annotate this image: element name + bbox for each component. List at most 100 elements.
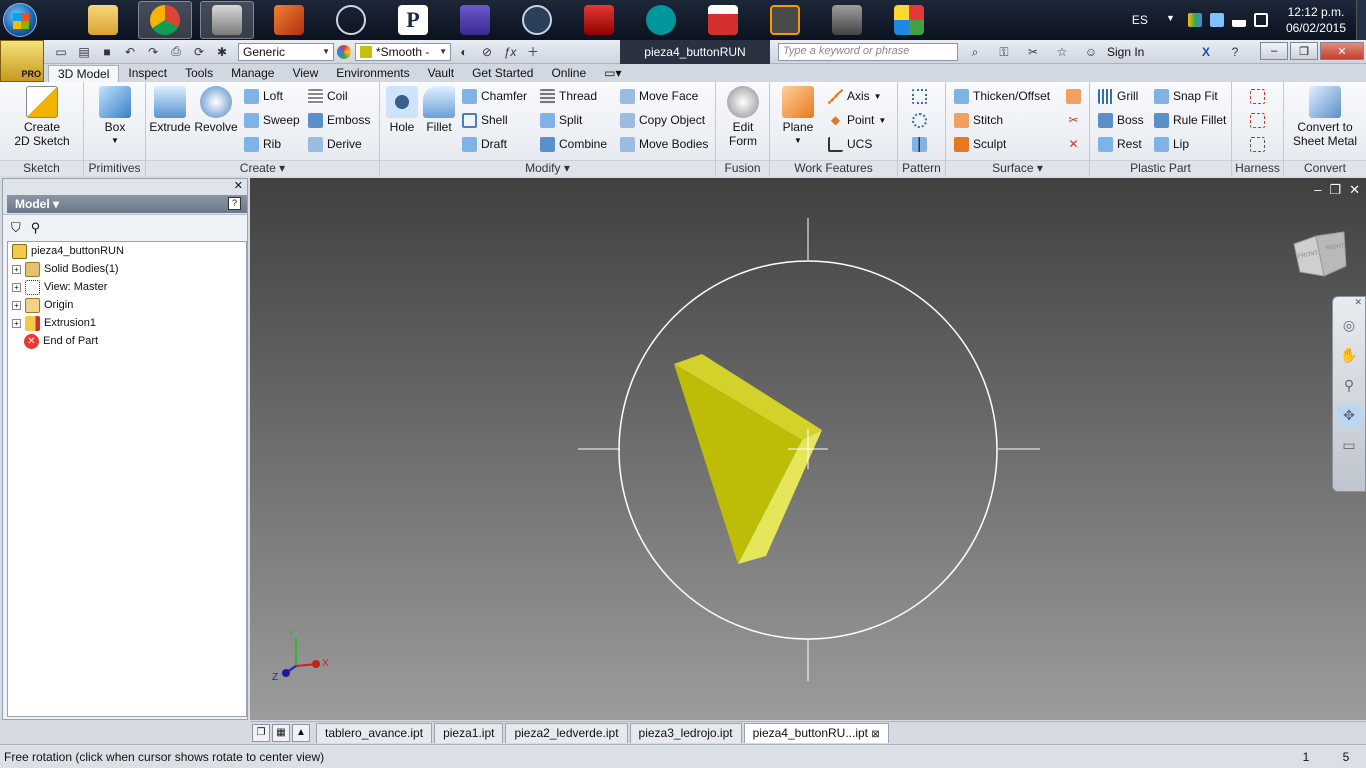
browser-help-icon[interactable]: ?: [228, 197, 241, 210]
fillet-button[interactable]: Fillet: [420, 86, 458, 134]
taskbar-control-panel[interactable]: [882, 1, 936, 39]
expand-icon[interactable]: +: [12, 318, 21, 328]
tab-view[interactable]: View: [283, 65, 327, 82]
navbar-close-icon[interactable]: ✕: [1333, 297, 1365, 308]
open-icon[interactable]: ▤: [74, 43, 94, 61]
harness-tool-2-button[interactable]: [1250, 110, 1265, 130]
project-icon[interactable]: ✱: [212, 43, 232, 61]
draft-button[interactable]: Draft: [462, 134, 507, 154]
harness-tool-1-button[interactable]: [1250, 86, 1265, 106]
view-cube[interactable]: FRONT RIGHT: [1290, 228, 1348, 280]
chamfer-button[interactable]: Chamfer: [462, 86, 527, 106]
create-2d-sketch-button[interactable]: Create 2D Sketch: [6, 86, 78, 148]
circular-pattern-button[interactable]: [912, 110, 927, 130]
look-at-icon[interactable]: ▭: [1337, 434, 1361, 458]
rib-button[interactable]: Rib: [244, 134, 281, 154]
tab-manage[interactable]: Manage: [222, 65, 283, 82]
move-face-button[interactable]: Move Face: [620, 86, 698, 106]
copy-object-button[interactable]: Copy Object: [620, 110, 705, 130]
undo-icon[interactable]: ↶: [120, 43, 140, 61]
sign-in-link[interactable]: Sign In: [1107, 45, 1187, 59]
power-icon[interactable]: [1253, 13, 1268, 27]
rectangular-pattern-button[interactable]: [912, 86, 927, 106]
print-icon[interactable]: ⎙: [166, 43, 186, 61]
cascade-icon[interactable]: ❐: [252, 723, 270, 742]
panel-label-modify[interactable]: Modify ▾: [380, 160, 715, 176]
boss-button[interactable]: Boss: [1098, 110, 1144, 130]
taskbar-sublime[interactable]: [758, 1, 812, 39]
doc-tab-pieza1[interactable]: pieza1.ipt: [434, 722, 504, 743]
point-button[interactable]: ◆ Point ▼: [828, 110, 886, 130]
taskbar-autocad[interactable]: [572, 1, 626, 39]
tab-vault[interactable]: Vault: [419, 65, 463, 82]
arrange-up-icon[interactable]: ▲: [292, 723, 310, 742]
tile-icon[interactable]: ▦: [272, 723, 290, 742]
key-icon[interactable]: ⚿: [994, 43, 1014, 61]
orbit-icon[interactable]: ✥: [1337, 404, 1361, 428]
taskbar-pixlr[interactable]: P: [386, 1, 440, 39]
hole-button[interactable]: Hole: [382, 86, 422, 134]
network-icon[interactable]: [1231, 13, 1246, 27]
plane-button[interactable]: Plane ▼: [776, 86, 820, 148]
rest-button[interactable]: Rest: [1098, 134, 1142, 154]
axis-button[interactable]: Axis ▼: [828, 86, 882, 106]
update-icon[interactable]: ⟳: [189, 43, 209, 61]
taskbar-inventor[interactable]: [200, 1, 254, 39]
lip-button[interactable]: Lip: [1154, 134, 1189, 154]
minimize-button[interactable]: –: [1260, 42, 1288, 60]
tab-environments[interactable]: Environments: [327, 65, 418, 82]
tab-get-started[interactable]: Get Started: [463, 65, 542, 82]
sculpt-button[interactable]: Sculpt: [954, 134, 1006, 154]
panel-label-create[interactable]: Create ▾: [146, 160, 379, 176]
shell-button[interactable]: Shell: [462, 110, 508, 130]
snap-fit-button[interactable]: Snap Fit: [1154, 86, 1218, 106]
taskbar-mixer[interactable]: [448, 1, 502, 39]
tree-node-view-master[interactable]: + View: Master: [12, 278, 107, 296]
restore-button[interactable]: ❐: [1290, 42, 1318, 60]
taskbar-mplab[interactable]: [696, 1, 750, 39]
drive-icon[interactable]: [1187, 13, 1202, 27]
show-desktop-button[interactable]: [1356, 0, 1366, 40]
stitch-button[interactable]: Stitch: [954, 110, 1003, 130]
mirror-button[interactable]: [912, 134, 927, 154]
close-tab-icon[interactable]: ⊠: [871, 729, 879, 740]
thread-button[interactable]: Thread: [540, 86, 597, 106]
trim-button[interactable]: ✂: [1066, 110, 1081, 130]
help-icon[interactable]: ?: [1225, 43, 1245, 61]
tab-tools[interactable]: Tools: [176, 65, 222, 82]
taskbar-steam[interactable]: [510, 1, 564, 39]
zoom-icon[interactable]: ⚲: [1337, 374, 1361, 398]
taskbar-matlab[interactable]: [262, 1, 316, 39]
material-select[interactable]: Generic ▼: [238, 42, 334, 61]
star-icon[interactable]: ☆: [1052, 43, 1072, 61]
pan-hand-icon[interactable]: ✋: [1337, 344, 1361, 368]
adjust-icon[interactable]: ⊘: [477, 43, 497, 61]
triangle-part-model[interactable]: [674, 354, 822, 564]
doc-tab-pieza2[interactable]: pieza2_ledverde.ipt: [505, 722, 628, 743]
emboss-button[interactable]: Emboss: [308, 110, 370, 130]
grill-button[interactable]: Grill: [1098, 86, 1138, 106]
box-button[interactable]: Box ▼: [94, 86, 136, 148]
ribbon-options-icon[interactable]: ▭▾: [595, 65, 630, 82]
loft-button[interactable]: Loft: [244, 86, 283, 106]
doc-tab-pieza4[interactable]: pieza4_buttonRU...ipt ⊠: [743, 722, 889, 743]
tab-3d-model[interactable]: 3D Model: [48, 65, 120, 82]
thicken-offset-button[interactable]: Thicken/Offset: [954, 86, 1050, 106]
show-hidden-icon[interactable]: ▼: [1166, 13, 1180, 27]
taskbar-chrome[interactable]: [138, 1, 192, 39]
harness-tool-3-button[interactable]: [1250, 134, 1265, 154]
coil-button[interactable]: Coil: [308, 86, 348, 106]
clock[interactable]: 12:12 p.m. 06/02/2015: [1286, 4, 1346, 36]
rule-fillet-button[interactable]: Rule Fillet: [1154, 110, 1226, 130]
new-file-icon[interactable]: ▭: [51, 43, 71, 61]
save-icon[interactable]: ■: [97, 43, 117, 61]
sweep-button[interactable]: Sweep: [244, 110, 300, 130]
start-button[interactable]: [0, 0, 40, 40]
tab-inspect[interactable]: Inspect: [119, 65, 176, 82]
convert-to-sheet-metal-button[interactable]: Convert to Sheet Metal: [1286, 86, 1364, 148]
patch-button[interactable]: [1066, 86, 1081, 106]
edit-form-button[interactable]: Edit Form: [722, 86, 764, 148]
extrude-button[interactable]: Extrude: [148, 86, 192, 134]
delete-face-button[interactable]: ✕: [1066, 134, 1081, 154]
expand-icon[interactable]: +: [12, 300, 21, 310]
